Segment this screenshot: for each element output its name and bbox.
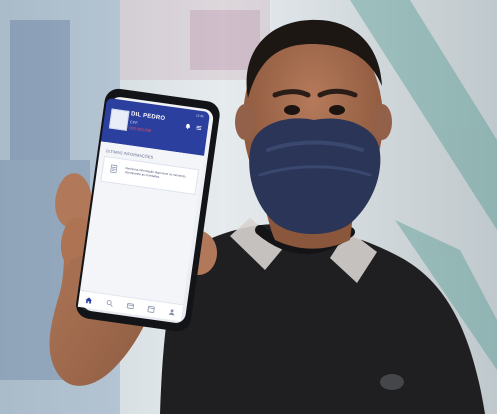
menu-icon[interactable] [195,124,202,131]
user-id-masked: 000.000.000 [128,125,152,134]
photo-frame: 15:30 DIL PEDRO CPF 000.000.000 ÚLTIMAS … [0,0,497,414]
header-icons [185,123,203,131]
notification-icon[interactable] [185,123,192,130]
status-bar: 15:30 [196,113,204,118]
avatar [108,108,130,131]
home-icon[interactable] [85,296,94,305]
info-card[interactable]: Nenhuma informação disponível no momento… [100,155,200,196]
document-icon [110,164,118,174]
app-content: ÚLTIMAS INFORMAÇÕES Nenhuma informação d… [80,141,204,305]
status-time: 15:30 [195,113,204,119]
search-icon[interactable] [105,299,114,308]
card-text: Nenhuma informação disponível no momento… [124,166,187,179]
profile-icon[interactable] [167,307,176,316]
photo-scene [0,0,497,414]
card-icon[interactable] [126,302,135,311]
calendar-icon[interactable] [146,304,155,313]
